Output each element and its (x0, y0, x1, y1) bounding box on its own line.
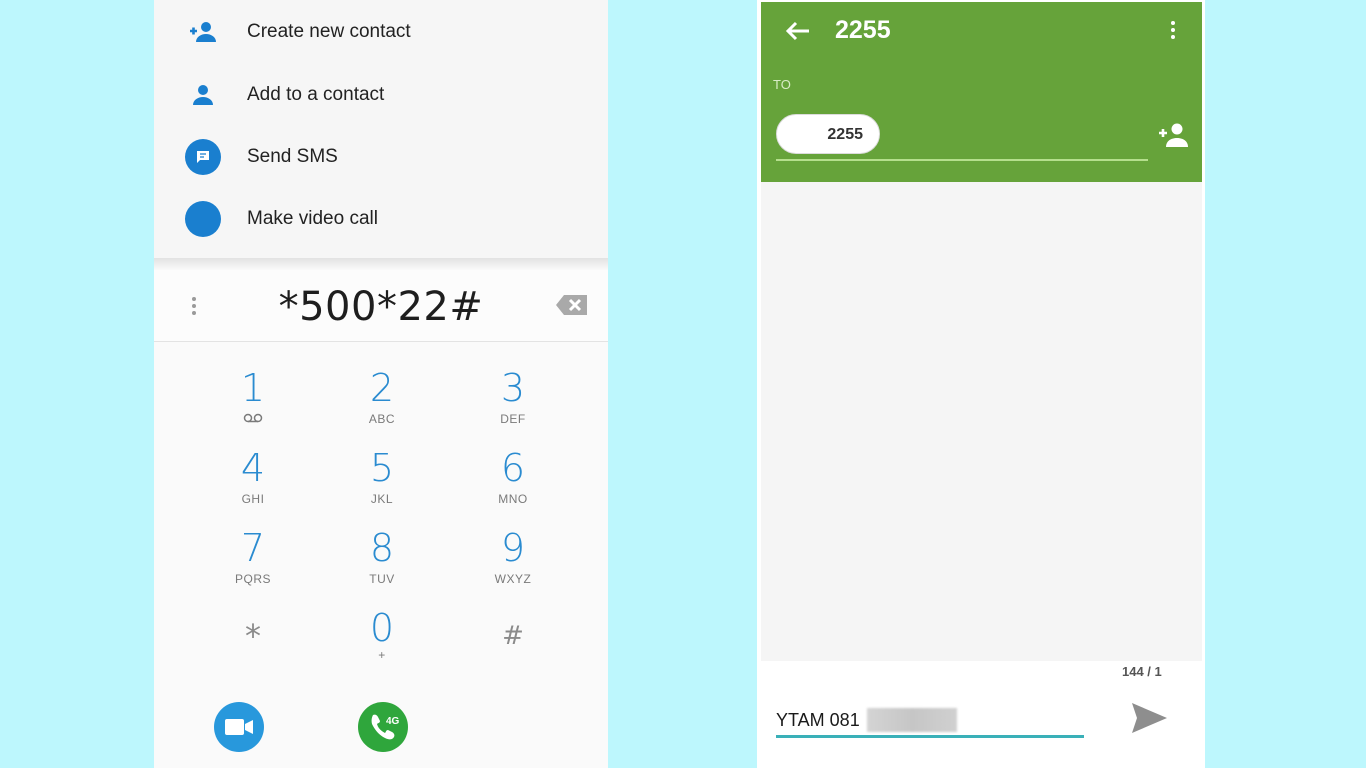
video-camera-icon (225, 719, 253, 735)
key-digit: 6 (500, 446, 526, 490)
add-recipient-icon[interactable] (1157, 122, 1189, 148)
messages-screen: 2255 TO 2255 144 / 1 YTAM 081 (757, 0, 1205, 768)
send-sms-item[interactable]: Send SMS (154, 126, 608, 188)
4g-call-button[interactable]: 4G (358, 702, 408, 752)
message-text: YTAM 081 (776, 710, 860, 730)
add-to-contact-item[interactable]: Add to a contact (154, 64, 608, 126)
recipient-chip[interactable]: 2255 (776, 114, 880, 154)
key-digit: 2 (369, 366, 395, 410)
key-digit: 3 (500, 366, 526, 410)
menu-item-label: Create new contact (247, 21, 411, 42)
svg-text:4G: 4G (386, 716, 400, 727)
key-digit: * (245, 617, 261, 655)
key-letters: PQRS (234, 572, 271, 586)
key-hash[interactable]: # (458, 608, 568, 680)
key-letters: MNO (498, 492, 528, 506)
key-digit: 9 (500, 526, 526, 570)
message-header: 2255 TO 2255 (761, 2, 1202, 182)
key-9[interactable]: 9 WXYZ (458, 528, 568, 600)
recipient-number: 2255 (827, 126, 863, 143)
conversation-title: 2255 (835, 16, 891, 44)
voicemail-icon (198, 412, 308, 426)
key-letters: ABC (368, 412, 396, 426)
key-8[interactable]: 8 TUV (327, 528, 437, 600)
make-video-call-item[interactable]: Make video call (154, 188, 608, 250)
key-2[interactable]: 2 ABC (327, 368, 437, 440)
menu-item-label: Send SMS (247, 146, 338, 167)
key-1[interactable]: 1 (198, 368, 308, 440)
key-letters: WXYZ (494, 572, 532, 586)
key-digit: 7 (240, 526, 266, 570)
message-input[interactable]: YTAM 081 (776, 706, 1084, 738)
dialer-suggestions-menu: Create new contact Add to a contact Send… (154, 0, 608, 262)
key-4[interactable]: 4 GHI (198, 448, 308, 520)
key-5[interactable]: 5 JKL (327, 448, 437, 520)
create-new-contact-item[interactable]: Create new contact (154, 1, 608, 63)
send-icon[interactable] (1129, 700, 1169, 736)
conversation-area (761, 182, 1202, 661)
recipient-field-underline (776, 159, 1148, 161)
divider (154, 258, 608, 270)
message-icon (184, 138, 222, 176)
person-icon (184, 76, 222, 114)
key-digit: 4 (240, 446, 266, 490)
video-call-button[interactable] (214, 702, 264, 752)
key-digit: 5 (369, 446, 395, 490)
dialed-number-field[interactable]: *500*22# (154, 270, 608, 342)
menu-item-label: Add to a contact (247, 84, 385, 105)
phone-4g-icon: 4G (371, 714, 400, 740)
key-digit: 1 (240, 366, 266, 410)
redacted-text (867, 708, 957, 732)
key-letters: TUV (369, 572, 395, 586)
key-0[interactable]: 0 + (327, 608, 437, 680)
dialer-screen: Create new contact Add to a contact Send… (154, 0, 608, 768)
key-letters: + (378, 648, 386, 662)
menu-item-label: Make video call (247, 208, 378, 229)
key-3[interactable]: 3 DEF (458, 368, 568, 440)
dialed-number[interactable]: *500*22# (154, 284, 608, 330)
key-7[interactable]: 7 PQRS (198, 528, 308, 600)
key-digit: 0 (369, 606, 395, 650)
video-call-icon (184, 200, 222, 238)
key-letters: GHI (241, 492, 265, 506)
key-digit: # (502, 621, 524, 651)
key-digit: 8 (369, 526, 395, 570)
key-6[interactable]: 6 MNO (458, 448, 568, 520)
character-counter: 144 / 1 (1122, 664, 1162, 679)
key-letters: DEF (500, 412, 526, 426)
back-arrow-icon[interactable] (783, 18, 813, 44)
key-letters: JKL (370, 492, 394, 506)
backspace-icon[interactable] (554, 292, 590, 318)
more-options-icon[interactable] (1167, 18, 1179, 42)
key-star[interactable]: * (198, 608, 308, 680)
person-add-icon (184, 13, 222, 51)
to-label: TO (773, 77, 791, 92)
